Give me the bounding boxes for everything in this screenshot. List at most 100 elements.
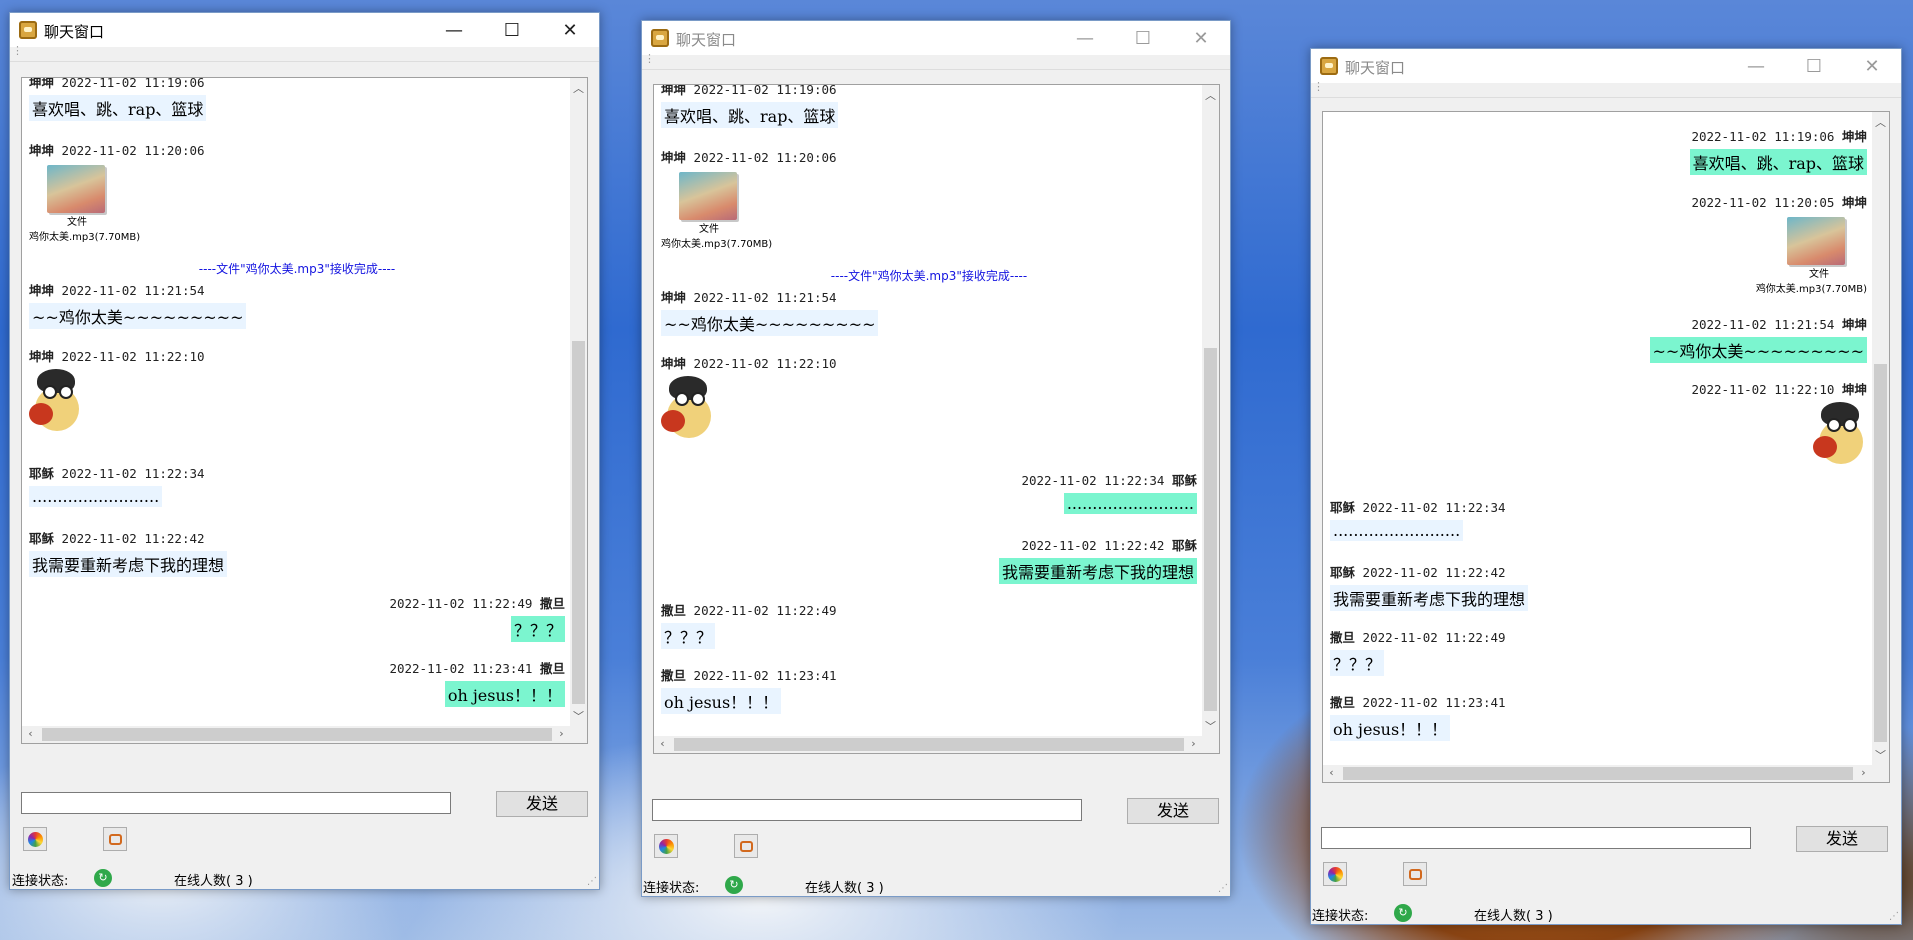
sender-name: 坤坤 bbox=[29, 349, 55, 364]
message-input[interactable] bbox=[21, 792, 451, 814]
close-button[interactable]: ✕ bbox=[1172, 21, 1230, 55]
minimize-button[interactable]: — bbox=[1056, 21, 1114, 55]
message-text: 我需要重新考虑下我的理想 bbox=[998, 558, 1197, 584]
message-time: 2022-11-02 11:19:06 bbox=[1691, 129, 1835, 144]
message: 2022-11-02 11:22:10 坤坤 bbox=[1691, 379, 1867, 466]
message-time: 2022-11-02 11:21:54 bbox=[1691, 317, 1835, 332]
maximize-button[interactable]: ☐ bbox=[1114, 21, 1172, 55]
message-time: 2022-11-02 11:21:54 bbox=[61, 283, 205, 298]
send-button[interactable]: 发送 bbox=[1796, 826, 1888, 852]
emoji-button[interactable] bbox=[1323, 862, 1347, 886]
horizontal-scrollbar[interactable]: ‹ › bbox=[22, 726, 587, 743]
send-button[interactable]: 发送 bbox=[496, 791, 588, 817]
title-bar[interactable]: 聊天窗口 — ☐ ✕ bbox=[642, 21, 1230, 55]
sender-name: 坤坤 bbox=[661, 150, 687, 165]
message-text: ......................... bbox=[29, 486, 163, 507]
message-area[interactable]: 坤坤 2022-11-02 11:19:06 喜欢唱、跳、rap、篮球 坤坤 2… bbox=[653, 84, 1220, 754]
scroll-down-icon[interactable]: ﹀ bbox=[1872, 747, 1889, 763]
sender-name: 坤坤 bbox=[1841, 195, 1867, 210]
sender-name: 撒旦 bbox=[661, 603, 687, 618]
message-text: oh jesus！！！ bbox=[661, 688, 782, 714]
close-button[interactable]: ✕ bbox=[541, 13, 599, 47]
message-text: ~~鸡你太美~~~~~~~~~ bbox=[29, 303, 247, 329]
file-thumbnail[interactable] bbox=[47, 165, 105, 213]
message: 2022-11-02 11:20:05 坤坤 文件 鸡你太美.mp3(7.70M… bbox=[1691, 192, 1867, 295]
sender-name: 撒旦 bbox=[539, 596, 565, 611]
connection-status-label: 连接状态: bbox=[1312, 909, 1369, 924]
message-time: 2022-11-02 11:19:06 bbox=[693, 84, 837, 97]
message-text: ？？？ bbox=[510, 616, 565, 642]
message-text: ......................... bbox=[1330, 520, 1464, 541]
message: 坤坤 2022-11-02 11:22:10 bbox=[29, 346, 205, 433]
scroll-up-icon[interactable]: ︿ bbox=[1202, 87, 1219, 103]
message: 坤坤 2022-11-02 11:21:54 ~~鸡你太美~~~~~~~~~ bbox=[661, 287, 879, 336]
emoji-button[interactable] bbox=[654, 834, 678, 858]
horizontal-scrollbar[interactable]: ‹ › bbox=[1323, 765, 1889, 782]
maximize-button[interactable]: ☐ bbox=[1785, 49, 1843, 83]
file-thumbnail[interactable] bbox=[679, 172, 737, 220]
scroll-up-icon[interactable]: ︿ bbox=[1872, 114, 1889, 130]
sticker-image bbox=[661, 376, 715, 440]
message-input[interactable] bbox=[652, 799, 1082, 821]
image-icon bbox=[739, 840, 753, 852]
chat-window-2: 聊天窗口 — ☐ ✕ 坤坤 2022-11-02 11:19:06 喜欢唱、跳、… bbox=[641, 20, 1231, 897]
image-button[interactable] bbox=[734, 834, 758, 858]
scroll-left-icon[interactable]: ‹ bbox=[22, 727, 39, 740]
scroll-left-icon[interactable]: ‹ bbox=[1323, 766, 1340, 779]
minimize-button[interactable]: — bbox=[425, 13, 483, 47]
scroll-right-icon[interactable]: › bbox=[1855, 766, 1872, 779]
chat-app-icon bbox=[1320, 57, 1338, 75]
message-area[interactable]: 坤坤 2022-11-02 11:19:06 喜欢唱、跳、rap、篮球 坤坤 2… bbox=[21, 77, 588, 744]
scrollbar-thumb[interactable] bbox=[1204, 348, 1217, 711]
emoji-icon bbox=[1327, 866, 1343, 882]
message-text: ~~鸡你太美~~~~~~~~~ bbox=[1649, 337, 1867, 363]
message: 耶稣 2022-11-02 11:22:42 我需要重新考虑下我的理想 bbox=[29, 528, 228, 577]
scrollbar-thumb[interactable] bbox=[1343, 767, 1853, 780]
message: 2022-11-02 11:22:34 耶稣 .................… bbox=[1021, 470, 1197, 514]
scroll-up-icon[interactable]: ︿ bbox=[570, 80, 587, 96]
vertical-scrollbar[interactable]: ︿ ﹀ bbox=[570, 78, 587, 726]
image-button[interactable] bbox=[1403, 862, 1427, 886]
message: 2022-11-02 11:22:42 耶稣 我需要重新考虑下我的理想 bbox=[998, 535, 1197, 584]
scrollbar-thumb[interactable] bbox=[674, 738, 1184, 751]
vertical-scrollbar[interactable]: ︿ ﹀ bbox=[1872, 112, 1889, 765]
sender-name: 耶稣 bbox=[1171, 538, 1197, 553]
scroll-down-icon[interactable]: ﹀ bbox=[570, 708, 587, 724]
image-icon bbox=[108, 833, 122, 845]
message-text: 喜欢唱、跳、rap、篮球 bbox=[29, 95, 207, 121]
message-text: oh jesus！！！ bbox=[444, 681, 565, 707]
message-time: 2022-11-02 11:20:06 bbox=[693, 150, 837, 165]
send-button[interactable]: 发送 bbox=[1127, 798, 1219, 824]
scrollbar-thumb[interactable] bbox=[572, 341, 585, 704]
online-count: 在线人数( 3 ) bbox=[805, 881, 884, 896]
scroll-right-icon[interactable]: › bbox=[1185, 737, 1202, 750]
scrollbar-thumb[interactable] bbox=[42, 728, 552, 741]
message-time: 2022-11-02 11:20:05 bbox=[1691, 195, 1835, 210]
vertical-scrollbar[interactable]: ︿ ﹀ bbox=[1202, 85, 1219, 736]
toolbar-grip bbox=[642, 52, 1230, 70]
scroll-down-icon[interactable]: ﹀ bbox=[1202, 718, 1219, 734]
resize-grip-icon[interactable]: ⋰ bbox=[1218, 883, 1228, 894]
close-button[interactable]: ✕ bbox=[1843, 49, 1901, 83]
scrollbar-thumb[interactable] bbox=[1874, 364, 1887, 742]
message: 2022-11-02 11:23:41 撒旦 oh jesus！！！ bbox=[389, 658, 565, 707]
scroll-left-icon[interactable]: ‹ bbox=[654, 737, 671, 750]
scroll-right-icon[interactable]: › bbox=[553, 727, 570, 740]
message: 坤坤 2022-11-02 11:21:54 ~~鸡你太美~~~~~~~~~ bbox=[29, 280, 247, 329]
message-time: 2022-11-02 11:20:06 bbox=[61, 143, 205, 158]
emoji-button[interactable] bbox=[23, 827, 47, 851]
resize-grip-icon[interactable]: ⋰ bbox=[1889, 911, 1899, 922]
title-bar[interactable]: 聊天窗口 — ☐ ✕ bbox=[10, 13, 599, 47]
emoji-icon bbox=[658, 838, 674, 854]
file-thumbnail[interactable] bbox=[1787, 217, 1845, 265]
sender-name: 撒旦 bbox=[1330, 695, 1356, 710]
resize-grip-icon[interactable]: ⋰ bbox=[587, 876, 597, 887]
maximize-button[interactable]: ☐ bbox=[483, 13, 541, 47]
title-bar[interactable]: 聊天窗口 — ☐ ✕ bbox=[1311, 49, 1901, 83]
horizontal-scrollbar[interactable]: ‹ › bbox=[654, 736, 1219, 753]
minimize-button[interactable]: — bbox=[1727, 49, 1785, 83]
image-button[interactable] bbox=[103, 827, 127, 851]
message-input[interactable] bbox=[1321, 827, 1751, 849]
message: 坤坤 2022-11-02 11:19:06 喜欢唱、跳、rap、篮球 bbox=[29, 78, 207, 121]
message-area[interactable]: 2022-11-02 11:19:06 坤坤 喜欢唱、跳、rap、篮球 2022… bbox=[1322, 111, 1890, 783]
